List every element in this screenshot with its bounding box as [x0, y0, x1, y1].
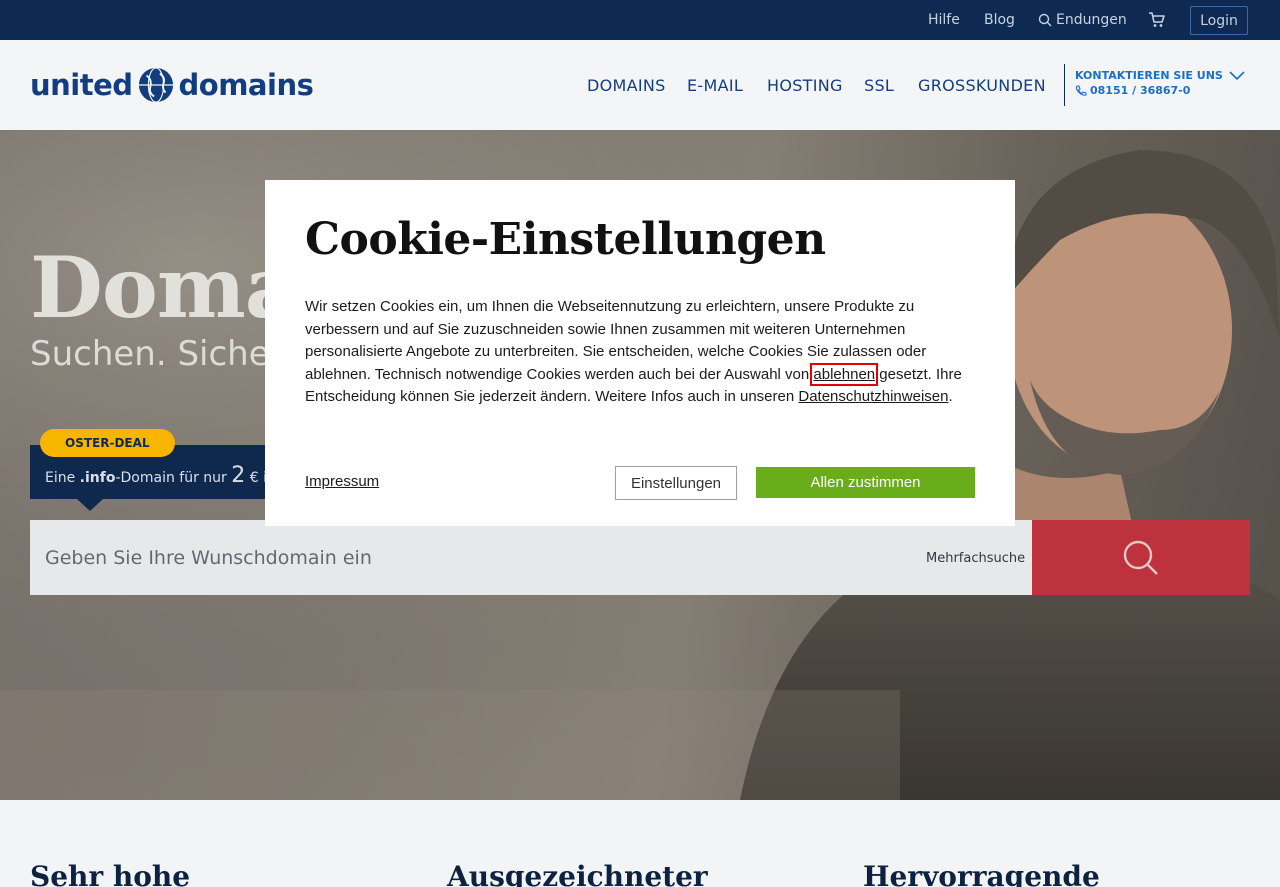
globe-icon — [138, 67, 173, 103]
nav-grosskunden[interactable]: GROSSKUNDEN — [918, 76, 1046, 95]
privacy-link[interactable]: Datenschutzhinweisen — [798, 388, 948, 405]
logo-text-domains: domains — [178, 68, 314, 102]
logo[interactable]: united domains — [30, 65, 314, 105]
endings-label: Endungen — [1056, 12, 1127, 28]
cookie-dialog-title: Cookie-Einstellungen — [305, 214, 826, 265]
nav-hosting[interactable]: HOSTING — [767, 76, 843, 95]
nav-email[interactable]: E-MAIL — [687, 76, 743, 95]
cookie-settings-button[interactable]: Einstellungen — [615, 466, 737, 500]
cookie-text-part-3: . — [948, 388, 953, 405]
help-link[interactable]: Hilfe — [928, 12, 960, 28]
endings-link[interactable]: Endungen — [1038, 12, 1127, 28]
feature-title-2: Ausgezeichneter — [447, 860, 708, 887]
main-header: united domains DOMAINS E-MAIL HOSTING SS… — [0, 40, 1280, 130]
imprint-link[interactable]: Impressum — [305, 473, 379, 490]
feature-title-1: Sehr hohe — [30, 860, 191, 887]
top-bar: Hilfe Blog Endungen Login — [0, 0, 1280, 40]
logo-text-united: united — [30, 68, 133, 102]
contact-label: KONTAKTIEREN SIE UNS — [1075, 69, 1223, 82]
nav-ssl[interactable]: SSL — [864, 76, 894, 95]
nav-domains[interactable]: DOMAINS — [587, 76, 666, 95]
chevron-down-icon — [1229, 70, 1245, 80]
contact-dropdown[interactable]: KONTAKTIEREN SIE UNS 08151 / 36867-0 — [1075, 69, 1245, 97]
phone-icon — [1075, 84, 1087, 96]
search-icon — [1038, 13, 1052, 27]
deal-badge: OSTER-DEAL — [40, 429, 175, 457]
cookie-dialog: Cookie-Einstellungen Wir setzen Cookies … — [265, 180, 1015, 526]
contact-phone[interactable]: 08151 / 36867-0 — [1090, 84, 1190, 97]
accept-all-button[interactable]: Allen zustimmen — [756, 467, 975, 498]
blog-link[interactable]: Blog — [984, 12, 1015, 28]
reject-cookies-link[interactable]: ablehnen — [810, 362, 879, 386]
header-divider — [1064, 64, 1065, 106]
login-button[interactable]: Login — [1190, 6, 1248, 35]
cart-icon[interactable] — [1148, 11, 1166, 29]
feature-title-3: Hervorragende — [863, 860, 1100, 887]
features-section: Sehr hohe Ausgezeichneter Hervorragende — [0, 800, 1280, 887]
cookie-dialog-text: Wir setzen Cookies ein, um Ihnen die Web… — [305, 296, 985, 409]
